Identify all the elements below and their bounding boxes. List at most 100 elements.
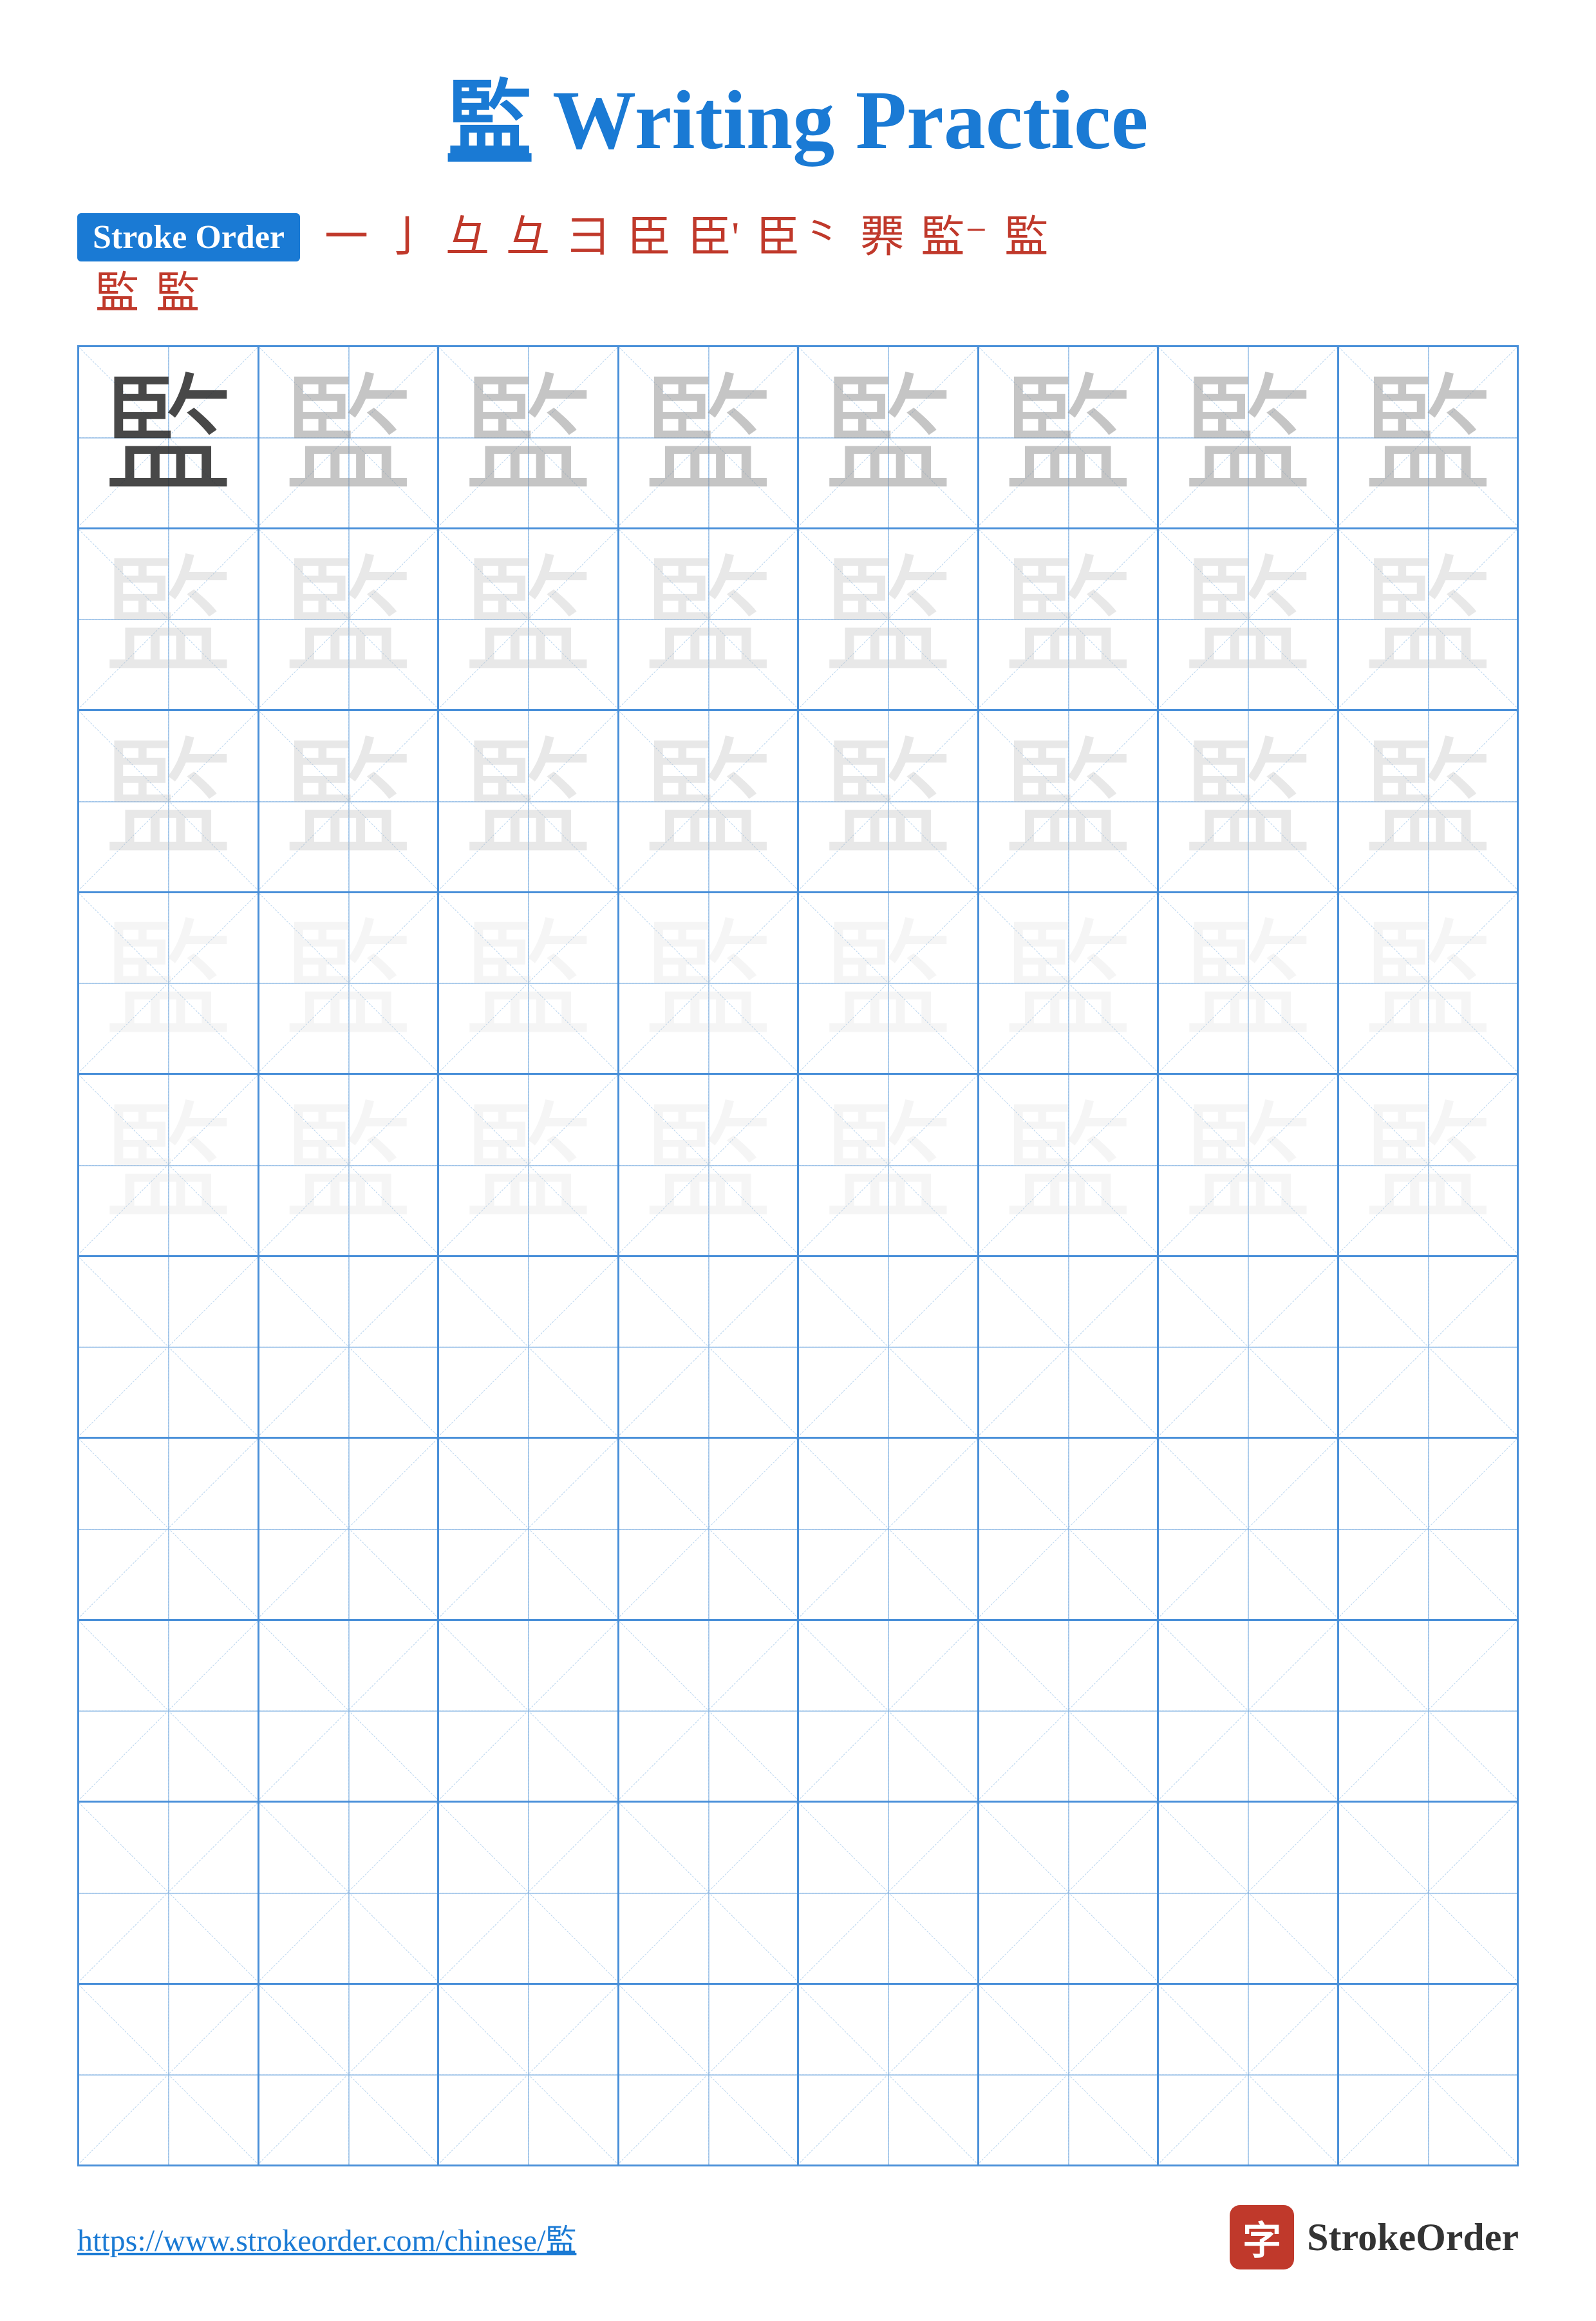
stroke-order-row2: 監 監 (77, 267, 1519, 320)
grid-cell-2-2[interactable]: 監 (259, 529, 440, 710)
grid-cell-6-1[interactable] (79, 1257, 259, 1437)
grid-cell-5-5[interactable]: 監 (799, 1075, 979, 1255)
stroke-order-chars-row1: 一 亅 彑 彑 彐 臣 臣' 臣⺀ 臩 監⁻ 監 (319, 211, 1053, 264)
grid-cell-2-3[interactable]: 監 (439, 529, 619, 710)
grid-cell-8-7[interactable] (1159, 1621, 1339, 1801)
stroke-char-3: 彑 (446, 211, 489, 264)
footer-url[interactable]: https://www.strokeorder.com/chinese/監 (77, 2215, 576, 2260)
grid-cell-3-8[interactable]: 監 (1339, 711, 1519, 891)
grid-cell-4-8[interactable]: 監 (1339, 893, 1519, 1074)
cell-char-3-3: 監 (464, 737, 592, 866)
grid-cell-9-5[interactable] (799, 1803, 979, 1983)
grid-cell-5-2[interactable]: 監 (259, 1075, 440, 1255)
grid-cell-10-1[interactable] (79, 1985, 259, 2165)
grid-cell-8-6[interactable] (979, 1621, 1159, 1801)
cell-guide-6-8 (1339, 1257, 1517, 1437)
cell-char-1-7: 監 (1183, 373, 1312, 502)
grid-cell-3-2[interactable]: 監 (259, 711, 440, 891)
grid-cell-1-7[interactable]: 監 (1159, 347, 1339, 527)
grid-cell-7-4[interactable] (619, 1439, 800, 1619)
grid-cell-5-6[interactable]: 監 (979, 1075, 1159, 1255)
grid-cell-2-4[interactable]: 監 (619, 529, 800, 710)
grid-cell-4-4[interactable]: 監 (619, 893, 800, 1074)
grid-cell-9-6[interactable] (979, 1803, 1159, 1983)
grid-cell-1-5[interactable]: 監 (799, 347, 979, 527)
grid-cell-8-1[interactable] (79, 1621, 259, 1801)
grid-cell-7-1[interactable] (79, 1439, 259, 1619)
grid-cell-6-8[interactable] (1339, 1257, 1519, 1437)
grid-cell-1-3[interactable]: 監 (439, 347, 619, 527)
grid-cell-6-5[interactable] (799, 1257, 979, 1437)
cell-guide-9-6 (979, 1803, 1158, 1983)
grid-cell-9-4[interactable] (619, 1803, 800, 1983)
grid-cell-7-2[interactable] (259, 1439, 440, 1619)
practice-grid: 監 監 監 監 監 監 監 (77, 345, 1519, 2166)
grid-cell-3-7[interactable]: 監 (1159, 711, 1339, 891)
grid-cell-5-4[interactable]: 監 (619, 1075, 800, 1255)
grid-cell-7-6[interactable] (979, 1439, 1159, 1619)
grid-cell-10-6[interactable] (979, 1985, 1159, 2165)
grid-cell-2-5[interactable]: 監 (799, 529, 979, 710)
grid-cell-5-1[interactable]: 監 (79, 1075, 259, 1255)
grid-row-9 (79, 1803, 1519, 1985)
grid-cell-8-5[interactable] (799, 1621, 979, 1801)
grid-cell-6-4[interactable] (619, 1257, 800, 1437)
stroke-char-8: 臣⺀ (756, 211, 843, 264)
cell-guide-10-6 (979, 1985, 1158, 2165)
grid-cell-5-3[interactable]: 監 (439, 1075, 619, 1255)
grid-cell-4-3[interactable]: 監 (439, 893, 619, 1074)
cell-char-4-5: 監 (823, 918, 952, 1047)
grid-cell-3-1[interactable]: 監 (79, 711, 259, 891)
cell-guide-6-4 (619, 1257, 798, 1437)
cell-char-3-7: 監 (1183, 737, 1312, 866)
grid-cell-8-4[interactable] (619, 1621, 800, 1801)
grid-cell-9-2[interactable] (259, 1803, 440, 1983)
grid-cell-3-3[interactable]: 監 (439, 711, 619, 891)
grid-cell-3-6[interactable]: 監 (979, 711, 1159, 891)
grid-cell-1-1[interactable]: 監 (79, 347, 259, 527)
grid-cell-5-7[interactable]: 監 (1159, 1075, 1339, 1255)
grid-cell-10-7[interactable] (1159, 1985, 1339, 2165)
grid-cell-9-1[interactable] (79, 1803, 259, 1983)
grid-cell-1-6[interactable]: 監 (979, 347, 1159, 527)
grid-cell-9-7[interactable] (1159, 1803, 1339, 1983)
grid-cell-10-8[interactable] (1339, 1985, 1519, 2165)
grid-cell-10-5[interactable] (799, 1985, 979, 2165)
cell-guide-6-7 (1159, 1257, 1337, 1437)
grid-cell-8-3[interactable] (439, 1621, 619, 1801)
grid-cell-1-4[interactable]: 監 (619, 347, 800, 527)
cell-guide-8-8 (1339, 1621, 1517, 1801)
grid-cell-4-5[interactable]: 監 (799, 893, 979, 1074)
grid-cell-1-8[interactable]: 監 (1339, 347, 1519, 527)
grid-cell-3-5[interactable]: 監 (799, 711, 979, 891)
grid-cell-9-3[interactable] (439, 1803, 619, 1983)
grid-cell-8-8[interactable] (1339, 1621, 1519, 1801)
grid-cell-7-5[interactable] (799, 1439, 979, 1619)
grid-cell-8-2[interactable] (259, 1621, 440, 1801)
grid-cell-2-7[interactable]: 監 (1159, 529, 1339, 710)
grid-cell-4-2[interactable]: 監 (259, 893, 440, 1074)
grid-cell-4-1[interactable]: 監 (79, 893, 259, 1074)
cell-guide-6-3 (439, 1257, 617, 1437)
grid-cell-2-1[interactable]: 監 (79, 529, 259, 710)
stroke-char-4: 彑 (506, 211, 550, 264)
grid-cell-6-6[interactable] (979, 1257, 1159, 1437)
grid-cell-6-3[interactable] (439, 1257, 619, 1437)
grid-cell-6-2[interactable] (259, 1257, 440, 1437)
grid-cell-2-8[interactable]: 監 (1339, 529, 1519, 710)
grid-cell-1-2[interactable]: 監 (259, 347, 440, 527)
grid-cell-10-4[interactable] (619, 1985, 800, 2165)
grid-cell-7-7[interactable] (1159, 1439, 1339, 1619)
grid-cell-3-4[interactable]: 監 (619, 711, 800, 891)
grid-cell-7-8[interactable] (1339, 1439, 1519, 1619)
grid-cell-2-6[interactable]: 監 (979, 529, 1159, 710)
grid-cell-5-8[interactable]: 監 (1339, 1075, 1519, 1255)
grid-cell-9-8[interactable] (1339, 1803, 1519, 1983)
grid-cell-10-3[interactable] (439, 1985, 619, 2165)
grid-cell-10-2[interactable] (259, 1985, 440, 2165)
grid-cell-6-7[interactable] (1159, 1257, 1339, 1437)
grid-cell-7-3[interactable] (439, 1439, 619, 1619)
cell-char-3-4: 監 (644, 737, 773, 866)
grid-cell-4-7[interactable]: 監 (1159, 893, 1339, 1074)
grid-cell-4-6[interactable]: 監 (979, 893, 1159, 1074)
